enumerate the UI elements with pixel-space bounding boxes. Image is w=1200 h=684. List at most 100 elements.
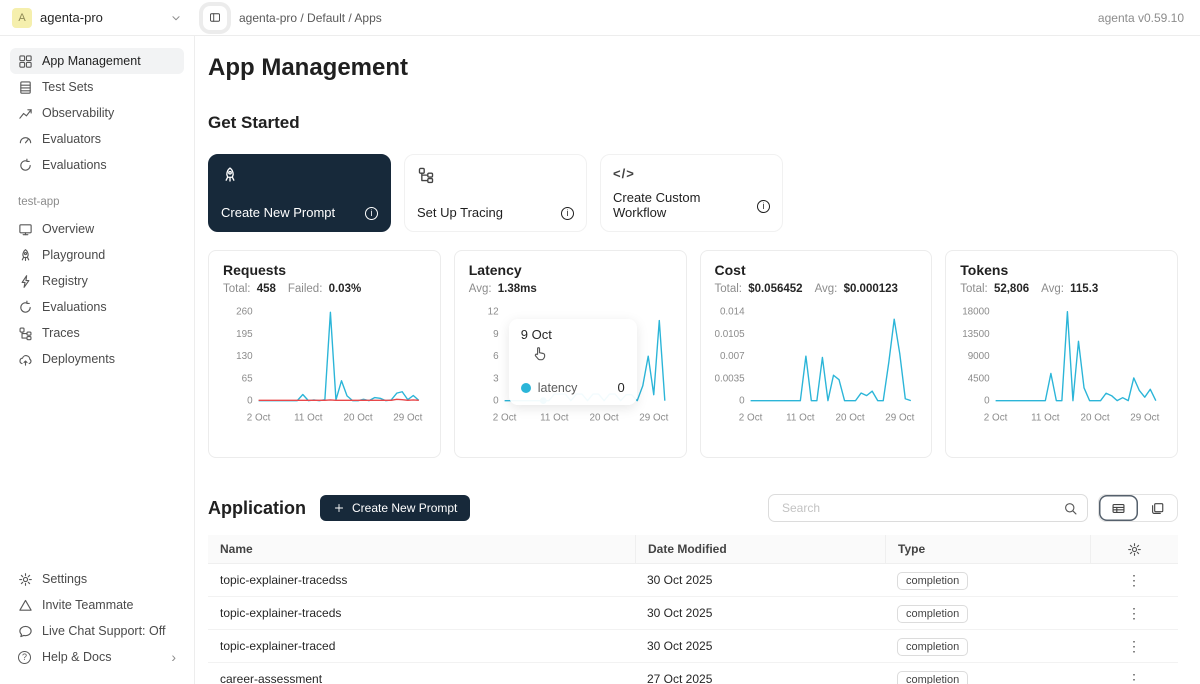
svg-text:4500: 4500 — [968, 373, 990, 384]
type-badge: completion — [897, 572, 968, 590]
cell-actions: ⋮ — [1090, 670, 1178, 684]
column-header-type[interactable]: Type — [885, 535, 1090, 563]
get-started-card-row: Create Custom Workflowi — [613, 190, 770, 220]
sidebar-app-section-label: test-app — [18, 196, 184, 208]
app-version: agenta v0.59.10 — [1098, 11, 1184, 25]
main-content: App Management Get Started Create New Pr… — [195, 36, 1200, 684]
svg-text:2 Oct: 2 Oct — [493, 412, 517, 423]
info-icon[interactable]: i — [757, 197, 770, 213]
svg-text:6: 6 — [493, 351, 499, 362]
cell-actions: ⋮ — [1090, 571, 1178, 589]
svg-text:29 Oct: 29 Oct — [885, 412, 914, 423]
get-started-card-set-up-tracing[interactable]: Set Up Tracingi — [404, 154, 587, 232]
search-icon[interactable] — [1063, 501, 1078, 516]
sidebar-item-observability[interactable]: Observability — [10, 100, 184, 126]
table-row[interactable]: topic-explainer-traced30 Oct 2025complet… — [208, 630, 1178, 663]
sidebar-item-registry[interactable]: Registry — [10, 268, 184, 294]
sidebar-item-traces[interactable]: Traces — [10, 320, 184, 346]
sidebar-item-label: Settings — [42, 572, 87, 586]
view-toggle — [1098, 494, 1178, 522]
cell-type: completion — [885, 573, 1090, 587]
cell-name: topic-explainer-traced — [208, 639, 635, 653]
sidebar-item-deployments[interactable]: Deployments — [10, 346, 184, 372]
info-icon[interactable]: i — [365, 204, 378, 220]
get-started-title: Get Started — [208, 113, 1178, 133]
applications-table: NameDate ModifiedTypetopic-explainer-tra… — [208, 535, 1178, 684]
row-menu-icon[interactable]: ⋮ — [1121, 604, 1147, 622]
search-input[interactable] — [780, 500, 1063, 516]
column-header-date-modified[interactable]: Date Modified — [635, 535, 885, 563]
sidebar-item-label: Evaluations — [42, 300, 107, 314]
svg-text:0.0035: 0.0035 — [715, 373, 745, 384]
sidebar-item-playground[interactable]: Playground — [10, 242, 184, 268]
sidebar-item-app-management[interactable]: App Management — [10, 48, 184, 74]
sidebar-item-label: Observability — [42, 106, 114, 120]
sidebar-item-test-sets[interactable]: Test Sets — [10, 74, 184, 100]
info-icon[interactable]: i — [561, 204, 574, 220]
svg-text:2 Oct: 2 Oct — [738, 412, 762, 423]
sidebar-item-live-chat-support-off[interactable]: Live Chat Support: Off — [10, 618, 184, 644]
sidebar-item-label: App Management — [42, 54, 141, 68]
row-menu-icon[interactable]: ⋮ — [1121, 637, 1147, 655]
svg-text:9: 9 — [493, 329, 499, 340]
svg-text:20 Oct: 20 Oct — [835, 412, 864, 423]
column-settings-gear-icon[interactable] — [1127, 542, 1142, 557]
breadcrumb[interactable]: agenta-pro / Default / Apps — [239, 11, 382, 25]
stat-cards-row: RequestsTotal: 458Failed: 0.03%065130195… — [208, 250, 1178, 458]
row-menu-icon[interactable]: ⋮ — [1121, 571, 1147, 589]
get-started-card-label: Create Custom Workflow — [613, 190, 757, 220]
chevron-down-icon — [169, 11, 183, 25]
svg-text:20 Oct: 20 Oct — [344, 412, 373, 423]
column-header-name[interactable]: Name — [208, 542, 635, 556]
svg-text:2 Oct: 2 Oct — [984, 412, 1008, 423]
stat-card-latency: LatencyAvg: 1.38ms0369122 Oct11 Oct20 Oc… — [454, 250, 687, 458]
stat-card-tokens: TokensTotal: 52,806Avg: 115.304500900013… — [945, 250, 1178, 458]
svg-text:11 Oct: 11 Oct — [786, 412, 815, 423]
chart-cost: 00.00350.0070.01050.0142 Oct11 Oct20 Oct… — [715, 303, 918, 435]
svg-text:13500: 13500 — [962, 329, 990, 340]
column-header-actions — [1090, 535, 1178, 563]
svg-text:0.014: 0.014 — [719, 307, 744, 318]
sidebar-item-help-docs[interactable]: ?Help & Docs› — [10, 644, 184, 670]
get-started-card-create-new-prompt[interactable]: Create New Prompt i — [208, 154, 391, 232]
sidebar-collapse-button[interactable] — [203, 6, 227, 30]
create-new-prompt-button[interactable]: Create New Prompt — [320, 495, 470, 521]
table-row[interactable]: topic-explainer-traceds30 Oct 2025comple… — [208, 597, 1178, 630]
workspace-selector[interactable]: A agenta-pro — [0, 8, 195, 28]
stat-card-title: Latency — [469, 262, 672, 278]
workspace-name: agenta-pro — [40, 10, 161, 25]
cell-date-modified: 27 Oct 2025 — [635, 672, 885, 684]
sidebar-item-invite-teammate[interactable]: Invite Teammate — [10, 592, 184, 618]
svg-text:18000: 18000 — [962, 307, 990, 318]
tracing-icon — [417, 166, 435, 184]
test-sets-icon — [18, 80, 33, 95]
sidebar-item-evaluators[interactable]: Evaluators — [10, 126, 184, 152]
sidebar-item-label: Registry — [42, 274, 88, 288]
plus-icon — [333, 502, 345, 514]
sidebar-item-evaluations[interactable]: Evaluations — [10, 152, 184, 178]
table-row[interactable]: career-assessment27 Oct 2025completion⋮ — [208, 663, 1178, 684]
card-view-button[interactable] — [1138, 495, 1177, 521]
table-view-button[interactable] — [1099, 495, 1138, 521]
stat-total: Total: $0.056452 — [715, 283, 803, 295]
svg-text:9000: 9000 — [968, 351, 990, 362]
sidebar-item-overview[interactable]: Overview — [10, 216, 184, 242]
rocket-icon — [221, 166, 239, 184]
row-menu-icon[interactable]: ⋮ — [1121, 670, 1147, 684]
get-started-card-label: Create New Prompt — [221, 205, 335, 220]
stat-card-stats: Total: $0.056452Avg: $0.000123 — [715, 283, 918, 295]
stat-total: Total: 458 — [223, 283, 276, 295]
evaluators-icon — [18, 132, 33, 147]
svg-text:130: 130 — [236, 351, 253, 362]
sidebar-item-evaluations[interactable]: Evaluations — [10, 294, 184, 320]
svg-text:0: 0 — [739, 396, 745, 407]
sidebar-item-label: Invite Teammate — [42, 598, 133, 612]
svg-text:11 Oct: 11 Oct — [294, 412, 323, 423]
table-row[interactable]: topic-explainer-tracedss30 Oct 2025compl… — [208, 564, 1178, 597]
type-badge: completion — [897, 671, 968, 684]
get-started-card-create-custom-workflow[interactable]: </>Create Custom Workflowi — [600, 154, 783, 232]
deployments-icon — [18, 352, 33, 367]
search-box — [768, 494, 1088, 522]
sidebar-item-label: Deployments — [42, 352, 115, 366]
sidebar-item-settings[interactable]: Settings — [10, 566, 184, 592]
